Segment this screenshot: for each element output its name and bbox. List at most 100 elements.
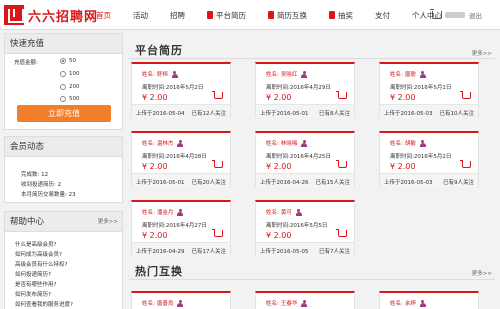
card-footer: 上传于2016-05-01 已有8人关注 <box>256 104 354 118</box>
help-link[interactable]: 如何发布简历? <box>15 290 51 298</box>
date-label: 离职时间: <box>266 154 290 160</box>
amount-option-200[interactable]: 200 <box>60 84 80 90</box>
date-label: 离职时间: <box>390 154 414 160</box>
person-icon <box>301 299 308 307</box>
recharge-button[interactable]: 立即充值 <box>17 105 111 122</box>
cart-icon[interactable] <box>212 91 223 99</box>
help-link[interactable]: 高级会员有什么特权? <box>15 260 67 268</box>
nav-events[interactable]: 活动 <box>133 10 148 21</box>
name-label: 姓名: <box>266 301 279 307</box>
name-label: 姓名: <box>390 141 403 147</box>
resume-name: 姓名: 黄可 <box>266 208 302 216</box>
card-footer: 上传于2016-04-26 已有15人关注 <box>256 173 354 187</box>
resume-card[interactable]: 姓名: 胡敏 离职时间:2016年5月2日 ¥ 2.00 上传于2016-05-03 已有… <box>379 131 479 187</box>
resume-card[interactable]: 姓名: 潘金月 离职时间:2016年4月27日 ¥ 2.00 上传于2016-04-29… <box>131 200 231 256</box>
main-nav: 首页 活动 招聘 平台简历 简历互换 抽奖 支付 个人中心 <box>96 0 464 30</box>
date-value: 2016年4月25日 <box>289 154 331 160</box>
help-link[interactable]: 如何查看我的服务进度? <box>15 300 73 308</box>
logo-text: 六六招聘网 <box>28 9 99 25</box>
cart-icon[interactable] <box>336 91 347 99</box>
follow-count: 已有17人关注 <box>191 249 227 255</box>
resume-name: 姓名: 王春华 <box>266 299 308 307</box>
nav-lottery[interactable]: 抽奖 <box>329 10 353 21</box>
follow-count: 已有20人关注 <box>191 180 227 186</box>
person-icon <box>177 208 184 216</box>
stat-value: 2 <box>57 182 62 188</box>
resume-card[interactable]: 姓名: 吴晓红 离职时间:2016年4月29日 ¥ 2.00 上传于2016-05-01… <box>255 62 355 118</box>
stat-completed: 完成数: 12 <box>21 170 48 178</box>
resume-name: 姓名: 舒桓 <box>142 70 178 78</box>
radio-icon[interactable] <box>60 84 66 90</box>
nav-recruit[interactable]: 招聘 <box>170 10 185 21</box>
person-icon <box>177 139 184 147</box>
cart-icon[interactable] <box>430 9 442 19</box>
option-label: 100 <box>69 71 80 77</box>
follow-count: 已有12人关注 <box>191 111 227 117</box>
name-label: 姓名: <box>390 72 403 78</box>
hot-more-link[interactable]: 更多>> <box>472 269 492 277</box>
date-value: 2016年5月2日 <box>165 85 204 91</box>
document-icon <box>207 11 213 19</box>
cart-icon[interactable] <box>212 229 223 237</box>
resume-card[interactable]: 姓名: 舒桓 离职时间:2016年5月2日 ¥ 2.00 上传于2016-05-04 已有… <box>131 62 231 118</box>
resume-date: 离职时间:2016年4月27日 <box>142 221 207 229</box>
option-label: 500 <box>69 96 80 102</box>
cart-icon[interactable] <box>460 91 471 99</box>
person-icon <box>171 70 178 78</box>
resume-card[interactable]: 姓名: 温林杰 离职时间:2016年4月28日 ¥ 2.00 上传于2016-05-01… <box>131 131 231 187</box>
help-more-link[interactable]: 更多>> <box>98 212 118 232</box>
name-label: 姓名: <box>142 72 155 78</box>
name-value: 余婷 <box>404 301 416 307</box>
resume-price: ¥ 2.00 <box>390 93 416 102</box>
cart-icon[interactable] <box>212 160 223 168</box>
date-label: 离职时间: <box>142 85 166 91</box>
upload-date: 上传于2016-05-03 <box>384 180 433 186</box>
option-label: 50 <box>69 58 76 64</box>
name-label: 姓名: <box>266 141 279 147</box>
amount-option-100[interactable]: 100 <box>60 71 80 77</box>
resume-name: 姓名: 唐善良 <box>142 299 184 307</box>
stat-monthly: 本月简历交易数量: 23 <box>21 190 76 198</box>
nav-label: 抽奖 <box>338 10 353 20</box>
nav-label: 平台简历 <box>216 10 246 20</box>
resume-card[interactable]: 姓名: 唐聪 离职时间:2016年5月1日 ¥ 2.00 上传于2016-05-03 已有… <box>379 62 479 118</box>
help-link[interactable]: 是否有哪些作用? <box>15 280 56 288</box>
nav-payment[interactable]: 支付 <box>375 10 390 21</box>
upload-date: 上传于2016-05-01 <box>136 180 185 186</box>
name-value: 黄可 <box>280 210 292 216</box>
hot-exchange-card[interactable]: 姓名: 王春华 <box>255 291 355 309</box>
name-label: 姓名: <box>266 72 279 78</box>
cart-icon[interactable] <box>336 160 347 168</box>
resume-price: ¥ 2.00 <box>266 93 292 102</box>
amount-option-500[interactable]: 500 <box>60 96 80 102</box>
resume-more-link[interactable]: 更多>> <box>472 49 492 57</box>
nav-platform-resume[interactable]: 平台简历 <box>207 10 246 21</box>
amount-option-50[interactable]: 50 <box>60 58 76 64</box>
resume-card[interactable]: 姓名: 林晓梅 离职时间:2016年4月25日 ¥ 2.00 上传于2016-04-26… <box>255 131 355 187</box>
radio-icon[interactable] <box>60 71 66 77</box>
upload-date: 上传于2016-05-03 <box>384 111 433 117</box>
site-logo[interactable]: 六六招聘网 <box>4 5 98 25</box>
radio-icon[interactable] <box>60 96 66 102</box>
help-title: 帮助中心 更多>> <box>5 212 122 232</box>
nav-label: 活动 <box>133 10 148 20</box>
help-link[interactable]: 什么是高级会员? <box>15 240 56 248</box>
logout-link[interactable]: 退出 <box>469 10 482 20</box>
help-link[interactable]: 如何成为高级会员? <box>15 250 62 258</box>
cart-icon[interactable] <box>336 229 347 237</box>
username[interactable] <box>445 12 465 18</box>
nav-resume-exchange[interactable]: 简历互换 <box>268 10 307 21</box>
person-icon <box>419 139 426 147</box>
radio-icon[interactable] <box>60 58 66 64</box>
stat-value: 12 <box>41 172 49 178</box>
help-link[interactable]: 如何投递简历? <box>15 270 51 278</box>
cart-icon[interactable] <box>460 160 471 168</box>
resume-card[interactable]: 姓名: 黄可 离职时间:2016年5月5日 ¥ 2.00 上传于2016-05-05 已有… <box>255 200 355 256</box>
hot-exchange-card[interactable]: 姓名: 余婷 <box>379 291 479 309</box>
date-value: 2016年5月2日 <box>413 154 452 160</box>
logo-icon <box>4 5 24 25</box>
follow-count: 已有15人关注 <box>315 180 351 186</box>
date-label: 离职时间: <box>390 85 414 91</box>
hot-exchange-card[interactable]: 姓名: 唐善良 <box>131 291 231 309</box>
nav-home[interactable]: 首页 <box>96 10 111 21</box>
